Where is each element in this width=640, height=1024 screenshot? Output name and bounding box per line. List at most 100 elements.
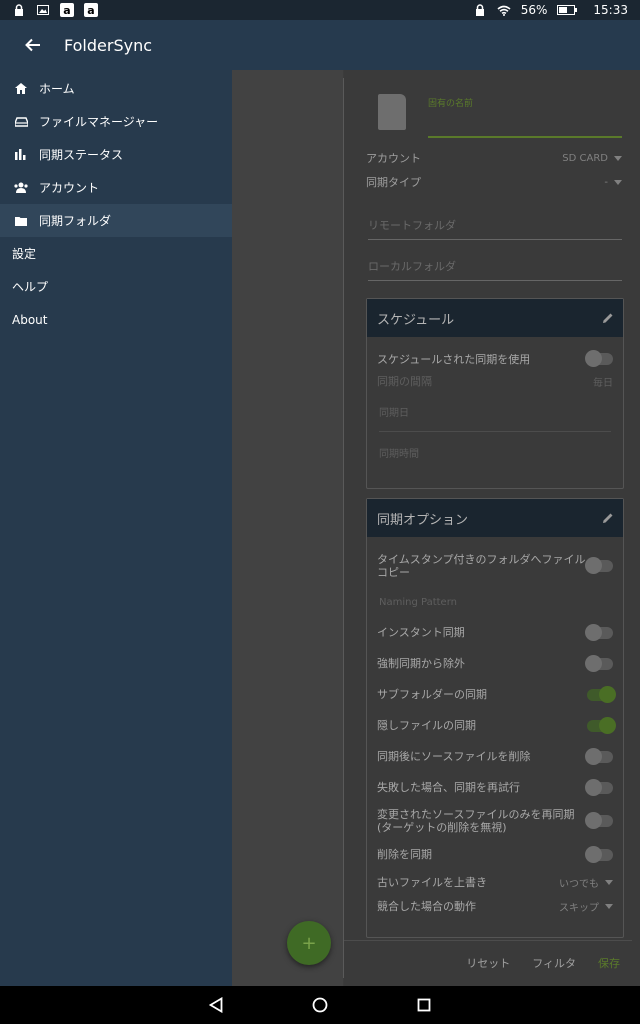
naming-pattern-field[interactable]: Naming Pattern (367, 587, 623, 617)
schedule-card: スケジュール スケジュールされた同期を使用 同期の間隔 毎日 同期日 同期時間 (366, 298, 624, 489)
battery-percent: 56% (520, 3, 548, 17)
sd-card-icon (378, 94, 406, 130)
delete-source-toggle[interactable] (585, 747, 613, 765)
action-bar: リセット フィルタ 保存 (344, 940, 632, 984)
only-changed-option[interactable]: 変更されたソースファイルのみを再同期(ターゲットの削除を無視) (367, 803, 623, 839)
sync-time-field: 同期時間 (379, 448, 419, 460)
use-scheduled-option[interactable]: スケジュールされた同期を使用 (367, 337, 623, 371)
exclude-forced-toggle[interactable] (585, 654, 613, 672)
name-input[interactable] (428, 136, 622, 138)
left-pane (232, 70, 343, 986)
interval-label: 同期の間隔 (377, 374, 432, 388)
drawer-item-settings[interactable]: 設定 (0, 237, 232, 270)
instant-sync-option[interactable]: インスタント同期 (367, 617, 623, 648)
save-button[interactable]: 保存 (598, 955, 620, 971)
use-scheduled-toggle[interactable] (585, 350, 613, 367)
lock-icon (12, 3, 26, 17)
edit-pencil-icon[interactable] (601, 311, 615, 325)
accounts-icon (14, 181, 28, 195)
drawer-item-label: 同期ステータス (39, 148, 124, 162)
app-toolbar: FolderSync (0, 20, 640, 70)
sync-options-title: 同期オプション (377, 512, 469, 528)
sync-deletions-label: 削除を同期 (377, 848, 432, 861)
drawer-item-label: アカウント (39, 181, 100, 195)
dropdown-caret-icon (614, 179, 622, 185)
sync-options-header: 同期オプション (367, 499, 623, 537)
subfolder-sync-toggle[interactable] (587, 685, 616, 703)
edit-pencil-icon[interactable] (601, 511, 615, 525)
conflict-value: スキップ (559, 902, 599, 914)
drawer-item-about[interactable]: About (0, 303, 232, 336)
sync-deletions-toggle[interactable] (585, 845, 613, 863)
drawer-item-home[interactable]: ホーム (0, 72, 232, 105)
drawer-item-file-manager[interactable]: ファイルマネージャー (0, 105, 232, 138)
overwrite-value: いつでも (559, 878, 599, 890)
amazon-icon: a (84, 3, 98, 17)
home-icon (14, 82, 28, 96)
reset-button[interactable]: リセット (466, 955, 510, 971)
local-folder-field[interactable]: ローカルフォルダ (368, 258, 622, 281)
drawer-item-help[interactable]: ヘルプ (0, 270, 232, 303)
edit-panel: 固有の名前 アカウント SD CARD 同期タイプ - リモートフォルダ ローカ… (344, 70, 640, 986)
image-icon (36, 3, 50, 17)
battery-icon (557, 3, 578, 17)
app-title: FolderSync (64, 35, 153, 55)
use-scheduled-label: スケジュールされた同期を使用 (377, 352, 531, 366)
only-changed-label: 変更されたソースファイルのみを再同期(ターゲットの削除を無視) (377, 808, 575, 834)
clock: 15:33 (593, 3, 628, 17)
exclude-forced-option[interactable]: 強制同期から除外 (367, 648, 623, 679)
account-row[interactable]: アカウント SD CARD (366, 150, 622, 166)
hidden-files-toggle[interactable] (587, 716, 616, 734)
system-nav-bar (0, 986, 640, 1024)
sync-type-label: 同期タイプ (366, 176, 421, 189)
sync-day-field: 同期日 (379, 407, 409, 419)
schedule-card-header: スケジュール (367, 299, 623, 337)
name-field-label: 固有の名前 (428, 99, 474, 109)
overwrite-label: 古いファイルを上書き (377, 875, 487, 889)
timestamp-copy-option[interactable]: タイムスタンプ付きのフォルダへファイルコピー (367, 537, 623, 587)
conflict-option[interactable]: 競合した場合の動作 スキップ (367, 894, 623, 918)
drawer-item-label: ホーム (39, 82, 75, 96)
status-bar: a a 56% 15:33 (0, 0, 640, 20)
sync-type-row[interactable]: 同期タイプ - (366, 174, 622, 190)
lock-icon (473, 3, 487, 17)
wifi-icon (497, 3, 511, 17)
back-arrow-icon[interactable] (18, 30, 48, 60)
interval-value: 毎日 (593, 377, 613, 389)
dropdown-caret-icon (605, 903, 613, 909)
delete-source-option[interactable]: 同期後にソースファイルを削除 (367, 741, 623, 772)
drive-icon (14, 115, 28, 129)
nav-home-icon[interactable] (268, 986, 372, 1024)
timestamp-copy-toggle[interactable] (585, 557, 613, 574)
account-label: アカウント (366, 152, 421, 165)
retry-failed-toggle[interactable] (585, 778, 613, 796)
nav-recents-icon[interactable] (372, 986, 476, 1024)
add-fab-button[interactable]: + (287, 921, 331, 965)
drawer-item-label: ファイルマネージャー (39, 115, 159, 129)
amazon-icon: a (60, 3, 74, 17)
hidden-files-label: 隠しファイルの同期 (377, 719, 476, 732)
timestamp-copy-label: タイムスタンプ付きのフォルダへファイルコピー (377, 553, 586, 579)
hidden-files-option[interactable]: 隠しファイルの同期 (367, 710, 623, 741)
remote-folder-field[interactable]: リモートフォルダ (368, 217, 622, 240)
sync-deletions-option[interactable]: 削除を同期 (367, 839, 623, 870)
retry-failed-option[interactable]: 失敗した場合、同期を再試行 (367, 772, 623, 803)
filter-button[interactable]: フィルタ (532, 955, 576, 971)
instant-sync-toggle[interactable] (585, 623, 613, 641)
account-value: SD CARD (562, 152, 608, 164)
drawer-item-sync-folders[interactable]: 同期フォルダ (0, 204, 232, 237)
retry-failed-label: 失敗した場合、同期を再試行 (377, 781, 520, 794)
only-changed-toggle[interactable] (585, 812, 613, 829)
schedule-title: スケジュール (377, 312, 455, 328)
nav-back-icon[interactable] (164, 986, 268, 1024)
subfolder-sync-option[interactable]: サブフォルダーの同期 (367, 679, 623, 710)
delete-source-label: 同期後にソースファイルを削除 (377, 750, 531, 763)
folderpair-editor: 固有の名前 アカウント SD CARD 同期タイプ - リモートフォルダ ローカ… (232, 70, 640, 986)
instant-sync-label: インスタント同期 (377, 626, 465, 639)
subfolder-sync-label: サブフォルダーの同期 (377, 688, 487, 701)
overwrite-option[interactable]: 古いファイルを上書き いつでも (367, 870, 623, 894)
drawer-item-label: 同期フォルダ (39, 214, 112, 228)
navigation-drawer: ホーム ファイルマネージャー 同期ステータス アカウント 同期フォルダ 設定 ヘ… (0, 70, 232, 986)
drawer-item-sync-status[interactable]: 同期ステータス (0, 138, 232, 171)
drawer-item-accounts[interactable]: アカウント (0, 171, 232, 204)
